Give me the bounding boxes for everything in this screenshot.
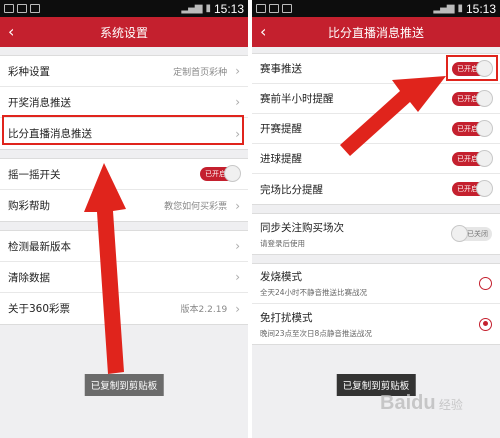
watermark-logo: Baidu 经验 [380,392,463,414]
annotation-arrows [84,76,446,374]
arrow-right [340,76,446,156]
arrow-left [84,163,126,374]
